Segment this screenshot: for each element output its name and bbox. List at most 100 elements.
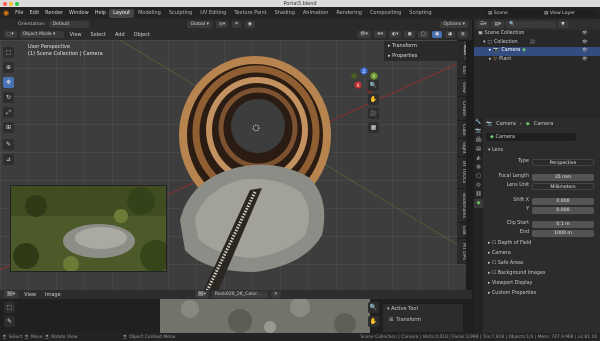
xray-toggle-icon[interactable]: ▣	[404, 31, 415, 38]
outliner-filter-icon[interactable]: ▼	[558, 21, 568, 28]
ortho-toggle-icon[interactable]: ▦	[368, 122, 379, 133]
npanel-tab-bookmarks[interactable]: Bookmarks	[457, 188, 466, 222]
workspace-tab-uv-editing[interactable]: UV Editing	[196, 9, 230, 18]
rotate-tool-icon[interactable]: ↻	[3, 92, 14, 103]
axis-neg-y-icon[interactable]	[351, 73, 357, 79]
npanel-tab-sight[interactable]: Sight	[457, 138, 466, 156]
move-tool-icon[interactable]: ✥	[3, 77, 14, 88]
transform-panel-header[interactable]: ▸ Transform	[384, 41, 464, 51]
menu-render[interactable]: Render	[42, 10, 66, 16]
workspace-tab-scripting[interactable]: Scripting	[405, 9, 435, 18]
npanel-tab-tool[interactable]: Tool	[457, 60, 466, 78]
lens-unit-dropdown[interactable]: Millimeters	[532, 183, 594, 190]
visibility-toggle-icon[interactable]: 👁	[582, 40, 596, 49]
annotate-tool-icon[interactable]: ✎	[3, 139, 14, 150]
viewport-display-panel-header[interactable]: ▸ Viewport Display	[488, 281, 597, 289]
cursor-tool-icon[interactable]: ⊕	[3, 62, 14, 73]
image-browse-icon[interactable]: 🖼▾	[194, 291, 209, 298]
workspace-tab-shading[interactable]: Shading	[271, 9, 299, 18]
viewport-menu-select[interactable]: Select	[88, 32, 109, 38]
gizmo-toggle-icon[interactable]: ⊕▾	[373, 31, 387, 38]
select-box-tool-icon[interactable]: ⬚	[3, 47, 14, 58]
workspace-tab-rendering[interactable]: Rendering	[332, 9, 366, 18]
transform-tool-icon[interactable]: ⊞	[3, 122, 14, 133]
workspace-tab-texture-paint[interactable]: Texture Paint	[230, 9, 270, 18]
outliner-search-input[interactable]: 🔍	[506, 21, 557, 28]
proportional-edit-toggle[interactable]: ◉	[244, 20, 255, 28]
workspace-tab-layout[interactable]: Layout	[109, 8, 135, 18]
visibility-icon[interactable]: 👁▾	[356, 31, 371, 38]
shading-solid-icon[interactable]: ●	[431, 31, 442, 38]
workspace-tab-sculpting[interactable]: Sculpting	[165, 9, 196, 18]
image-editor[interactable]: ⬚ ✎ ▾ Active Tool ⊞ Transform 🔍 ✋	[0, 299, 472, 333]
overlay-toggle-icon[interactable]: ◐▾	[389, 31, 402, 38]
visibility-toggle-icon[interactable]: 👁	[582, 48, 596, 57]
menu-edit[interactable]: Edit	[26, 10, 42, 16]
npanel-tab-cube[interactable]: Cube	[457, 120, 466, 138]
scene-tab-icon[interactable]: ◭	[474, 154, 483, 163]
workspace-tab-compositing[interactable]: Compositing	[366, 9, 405, 18]
menu-file[interactable]: File	[12, 10, 26, 16]
shading-wireframe-icon[interactable]: ◯	[417, 31, 429, 38]
pivot-dropdown[interactable]: ◎▾	[215, 20, 229, 28]
shift-y-field[interactable]: 0.000	[532, 207, 594, 214]
tool-tab-icon[interactable]: 🔧	[474, 118, 483, 127]
object-tab-icon[interactable]: ▢	[474, 172, 483, 181]
npanel-tab-by-tools[interactable]: BY TOOLS	[457, 156, 466, 188]
camera-panel-header[interactable]: ▸ Camera	[488, 251, 597, 259]
clip-end-field[interactable]: 1000 m	[532, 230, 594, 237]
custom-properties-panel-header[interactable]: ▸ Custom Properties	[488, 291, 597, 299]
npanel-tab-mt-dps[interactable]: MT DPS	[457, 238, 466, 264]
active-tool-row[interactable]: ⊞ Transform	[383, 314, 463, 326]
visibility-toggle-icon[interactable]: 👁	[582, 57, 596, 66]
image-close-icon[interactable]: ✕	[270, 291, 281, 298]
active-tool-header[interactable]: ▾ Active Tool	[383, 304, 463, 314]
lens-panel-header[interactable]: ▾ Lens	[488, 148, 597, 156]
scale-tool-icon[interactable]: ⤢	[3, 107, 14, 118]
lens-type-dropdown[interactable]: Perspective	[532, 159, 594, 166]
properties-panel-header[interactable]: ▸ Properties	[384, 51, 464, 61]
pan-view-icon[interactable]: ✋	[368, 94, 379, 105]
render-tab-icon[interactable]: 📷	[474, 127, 483, 136]
image-select-tool-icon[interactable]: ⬚	[4, 302, 15, 313]
background-images-panel-header[interactable]: ▸ ☐ Background Images	[488, 271, 597, 279]
viewport-menu-view[interactable]: View	[67, 32, 85, 38]
options-dropdown[interactable]: Options ▾	[440, 20, 468, 28]
physics-tab-icon[interactable]: ◎	[474, 181, 483, 190]
npanel-tab-view[interactable]: View	[457, 78, 466, 96]
outliner-display-mode-icon[interactable]: ▤▾	[491, 21, 505, 28]
scene-selector[interactable]: ▤ Scene	[485, 9, 541, 17]
view-layer-selector[interactable]: ▤ View Layer	[541, 9, 597, 17]
workspace-tab-modeling[interactable]: Modeling	[134, 9, 165, 18]
camera-data-tab-icon[interactable]: ◆	[474, 199, 483, 208]
outliner-editor-type-icon[interactable]: ☰▾	[477, 21, 490, 28]
npanel-tab-create[interactable]: Create	[457, 96, 466, 120]
safe-areas-panel-header[interactable]: ▸ ☐ Safe Areas	[488, 261, 597, 269]
viewport-menu-add[interactable]: Add	[112, 32, 128, 38]
shading-rendered-icon[interactable]: ◍	[457, 31, 468, 38]
image-zoom-icon[interactable]: 🔍	[368, 302, 379, 313]
image-name-field[interactable]: Rock020_2K_Color...	[211, 291, 268, 298]
shift-x-field[interactable]: 0.000	[532, 198, 594, 205]
image-editor-menu-image[interactable]: Image	[42, 292, 64, 298]
menu-window[interactable]: Window	[66, 10, 92, 16]
measure-tool-icon[interactable]: ⊿	[3, 154, 14, 165]
constraints-tab-icon[interactable]: ⛓	[474, 190, 483, 199]
mode-dropdown[interactable]: Object Mode ▾	[19, 31, 64, 38]
image-sample-tool-icon[interactable]: ✎	[4, 316, 15, 327]
orientation-dropdown[interactable]: Default	[49, 20, 90, 28]
image-pan-icon[interactable]: ✋	[368, 316, 379, 327]
viewport-menu-object[interactable]: Object	[131, 32, 153, 38]
zoom-view-icon[interactable]: 🔍	[368, 80, 379, 91]
world-tab-icon[interactable]: ◍	[474, 163, 483, 172]
npanel-tab-edit[interactable]: Edit	[457, 222, 466, 238]
focal-length-field[interactable]: 35 mm	[532, 174, 594, 181]
output-tab-icon[interactable]: 🖨	[474, 136, 483, 145]
camera-view-icon[interactable]: 🎥	[368, 108, 379, 119]
blender-logo-icon[interactable]: ◉	[0, 9, 12, 17]
visibility-toggle-icon[interactable]: 👁	[582, 31, 596, 40]
image-editor-menu-view[interactable]: View	[21, 292, 39, 298]
menu-help[interactable]: Help	[92, 10, 109, 16]
3d-viewport[interactable]: Z Y X User Perspective (1) Scene Collect…	[0, 40, 466, 290]
shading-material-icon[interactable]: ◕	[444, 31, 455, 38]
